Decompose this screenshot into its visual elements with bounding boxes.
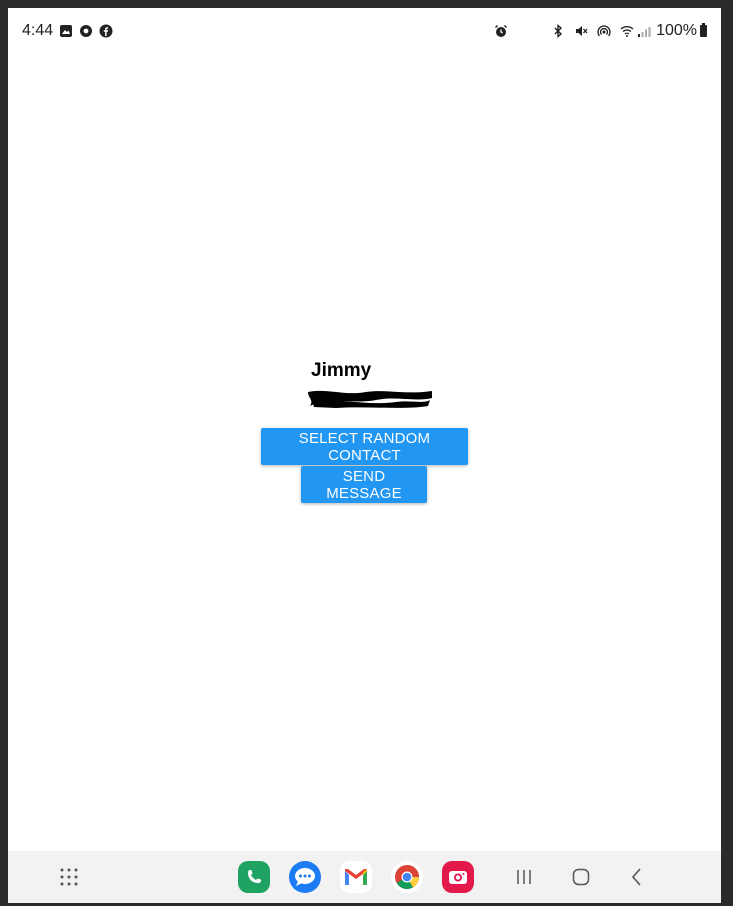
send-message-button[interactable]: SEND MESSAGE — [301, 466, 427, 503]
camera-app-icon[interactable] — [442, 861, 474, 893]
select-random-contact-button[interactable]: SELECT RANDOM CONTACT — [261, 428, 468, 465]
battery-icon — [700, 23, 707, 37]
gallery-icon — [60, 25, 73, 37]
status-right: 100% — [494, 22, 707, 40]
wifi-icon — [620, 26, 634, 37]
home-button-icon[interactable] — [571, 867, 591, 887]
status-time: 4:44 — [22, 22, 54, 39]
recents-button-icon[interactable] — [514, 867, 534, 887]
phone-app-icon[interactable] — [238, 861, 270, 893]
chrome-icon — [80, 25, 93, 37]
app-drawer-icon[interactable] — [60, 868, 78, 886]
navigation-bar — [8, 851, 721, 903]
hotspot-icon — [597, 25, 611, 37]
bluetooth-icon — [554, 24, 563, 38]
phone-handset-icon — [248, 870, 261, 883]
redacted-phone-number — [308, 390, 432, 408]
camera-lens-icon — [449, 871, 467, 884]
facebook-icon — [99, 24, 113, 38]
alarm-icon — [495, 24, 508, 37]
gmail-app-icon[interactable] — [340, 861, 372, 893]
chat-bubble-icon — [295, 868, 315, 886]
gmail-m-icon — [345, 869, 367, 885]
status-bar: 4:44 100% — [8, 8, 721, 54]
back-button-icon[interactable] — [630, 867, 644, 887]
chrome-app-icon[interactable] — [391, 861, 423, 893]
contact-name: Jimmy — [311, 360, 372, 381]
app-dock — [238, 861, 474, 893]
status-left: 4:44 — [22, 22, 113, 40]
signal-icon — [638, 27, 651, 37]
battery-percent: 100% — [656, 22, 697, 39]
messages-app-icon[interactable] — [289, 861, 321, 893]
app-screen: 4:44 100% Jimmy SELECT RANDOM CONTACT SE… — [8, 8, 721, 903]
chrome-logo-icon — [395, 865, 419, 890]
mute-icon — [576, 26, 588, 36]
